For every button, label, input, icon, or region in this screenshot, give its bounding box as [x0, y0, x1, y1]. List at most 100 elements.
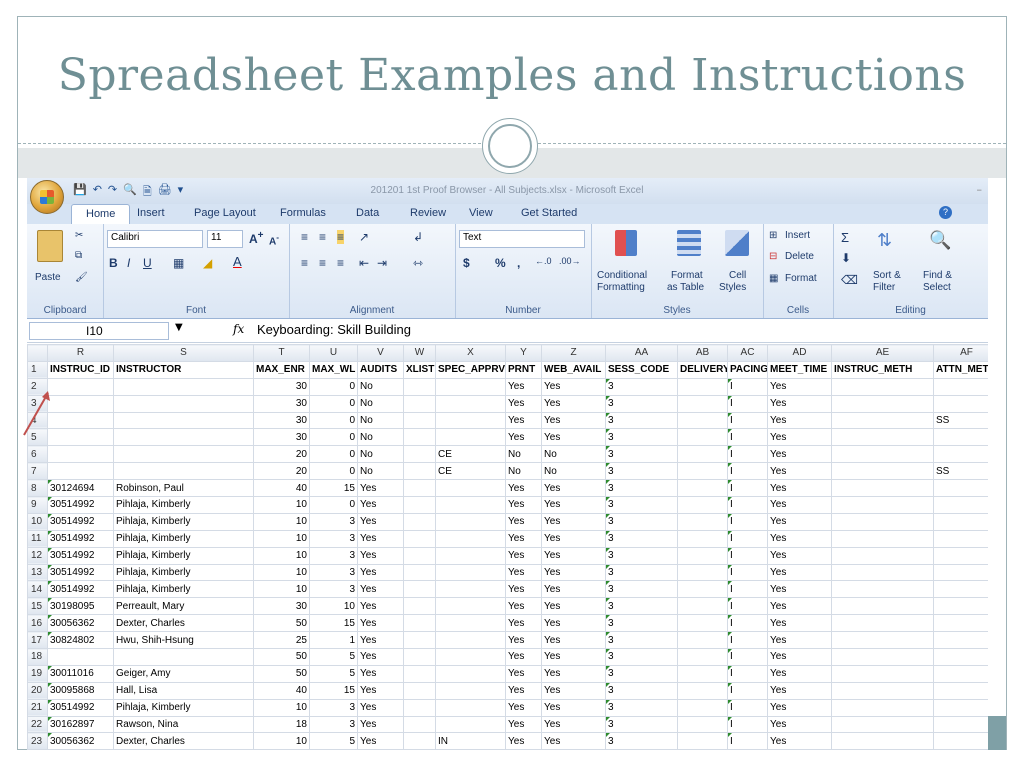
table-cell[interactable]: [677, 732, 728, 750]
table-cell[interactable]: No: [357, 428, 404, 447]
tab-data[interactable]: Data: [356, 207, 379, 219]
conditional-formatting-label[interactable]: Conditional: [597, 270, 647, 281]
table-cell[interactable]: Yes: [505, 377, 542, 396]
table-cell[interactable]: Yes: [767, 597, 832, 616]
print-icon[interactable]: 🖨: [158, 183, 172, 202]
table-cell[interactable]: CE: [435, 462, 506, 481]
field-header-cell[interactable]: AUDITS: [357, 360, 404, 379]
field-header-cell[interactable]: INSTRUCTOR: [113, 360, 254, 379]
table-cell[interactable]: Yes: [541, 732, 606, 750]
table-cell[interactable]: [403, 715, 436, 734]
table-cell[interactable]: [831, 563, 934, 582]
table-cell[interactable]: 30824802: [47, 631, 114, 650]
table-cell[interactable]: I: [727, 496, 768, 514]
column-header[interactable]: T: [253, 344, 310, 362]
field-header-cell[interactable]: ATTN_METH: [933, 360, 988, 379]
table-cell[interactable]: 0: [309, 394, 358, 413]
table-cell[interactable]: 10: [253, 529, 310, 548]
cut-icon[interactable]: ✂: [75, 230, 83, 241]
currency-icon[interactable]: $: [463, 256, 470, 270]
table-cell[interactable]: Yes: [541, 377, 606, 396]
save-icon[interactable]: 💾: [73, 183, 87, 202]
table-cell[interactable]: No: [357, 445, 404, 464]
table-cell[interactable]: 3: [309, 580, 358, 599]
table-cell[interactable]: [831, 496, 934, 514]
table-cell[interactable]: [113, 394, 254, 413]
table-cell[interactable]: [831, 715, 934, 734]
table-cell[interactable]: Yes: [767, 394, 832, 413]
table-cell[interactable]: [831, 512, 934, 531]
font-name-select[interactable]: Calibri: [107, 230, 203, 248]
table-cell[interactable]: Yes: [767, 732, 832, 750]
table-cell[interactable]: 3: [309, 715, 358, 734]
table-cell[interactable]: Yes: [767, 648, 832, 666]
table-cell[interactable]: [933, 377, 988, 396]
table-cell[interactable]: Yes: [505, 597, 542, 616]
table-cell[interactable]: Yes: [357, 631, 404, 650]
table-cell[interactable]: 30011016: [47, 664, 114, 683]
table-cell[interactable]: 10: [253, 698, 310, 717]
fx-icon[interactable]: fx: [233, 322, 244, 336]
table-cell[interactable]: 50: [253, 614, 310, 633]
table-cell[interactable]: [113, 428, 254, 447]
table-cell[interactable]: I: [727, 648, 768, 666]
table-cell[interactable]: 3: [605, 462, 678, 481]
table-cell[interactable]: 30514992: [47, 563, 114, 582]
table-cell[interactable]: I: [727, 529, 768, 548]
autosum-icon[interactable]: Σ: [841, 230, 849, 245]
table-cell[interactable]: [831, 411, 934, 430]
table-cell[interactable]: Yes: [505, 715, 542, 734]
find-select-label-2[interactable]: Select: [923, 282, 951, 293]
table-cell[interactable]: 1: [309, 631, 358, 650]
table-cell[interactable]: 3: [605, 681, 678, 700]
tab-insert[interactable]: Insert: [137, 207, 165, 219]
customize-toolbar-icon[interactable]: ▾: [178, 183, 184, 202]
table-cell[interactable]: Yes: [767, 681, 832, 700]
table-cell[interactable]: [403, 631, 436, 650]
field-header-cell[interactable]: SPEC_APPRV: [435, 360, 506, 379]
table-cell[interactable]: [435, 563, 506, 582]
table-cell[interactable]: [831, 462, 934, 481]
table-cell[interactable]: [831, 479, 934, 498]
table-cell[interactable]: [933, 664, 988, 683]
table-cell[interactable]: I: [727, 715, 768, 734]
table-cell[interactable]: [831, 614, 934, 633]
table-cell[interactable]: [403, 529, 436, 548]
table-cell[interactable]: I: [727, 445, 768, 464]
field-header-cell[interactable]: SESS_CODE: [605, 360, 678, 379]
minimize-icon[interactable]: –: [977, 183, 983, 196]
table-cell[interactable]: [677, 698, 728, 717]
table-cell[interactable]: Yes: [505, 428, 542, 447]
format-as-table-label-2[interactable]: as Table: [667, 282, 704, 293]
table-cell[interactable]: [47, 445, 114, 464]
table-cell[interactable]: [435, 597, 506, 616]
borders-icon[interactable]: ▦: [173, 256, 184, 270]
table-cell[interactable]: [403, 664, 436, 683]
table-cell[interactable]: [831, 546, 934, 565]
table-cell[interactable]: Yes: [505, 563, 542, 582]
table-cell[interactable]: [677, 394, 728, 413]
number-format-select[interactable]: Text: [459, 230, 585, 248]
table-cell[interactable]: Pihlaja, Kimberly: [113, 496, 254, 514]
table-cell[interactable]: Hwu, Shih-Hsung: [113, 631, 254, 650]
table-cell[interactable]: 0: [309, 445, 358, 464]
table-cell[interactable]: [933, 597, 988, 616]
table-cell[interactable]: [435, 546, 506, 565]
table-cell[interactable]: Yes: [541, 681, 606, 700]
column-header[interactable]: U: [309, 344, 358, 362]
table-cell[interactable]: 15: [309, 479, 358, 498]
table-cell[interactable]: 3: [605, 394, 678, 413]
table-cell[interactable]: [933, 580, 988, 599]
table-cell[interactable]: No: [357, 377, 404, 396]
tab-view[interactable]: View: [469, 207, 493, 219]
table-cell[interactable]: 0: [309, 377, 358, 396]
table-cell[interactable]: Yes: [505, 512, 542, 531]
field-header-cell[interactable]: XLIST: [403, 360, 436, 379]
tab-formulas[interactable]: Formulas: [280, 207, 326, 219]
print-preview-icon[interactable]: 🔍: [123, 183, 137, 202]
field-header-cell[interactable]: MAX_WL: [309, 360, 358, 379]
format-cells-button[interactable]: Format: [785, 273, 817, 284]
font-size-select[interactable]: 11: [207, 230, 243, 248]
table-cell[interactable]: [831, 648, 934, 666]
row-header[interactable]: 18: [27, 648, 48, 666]
